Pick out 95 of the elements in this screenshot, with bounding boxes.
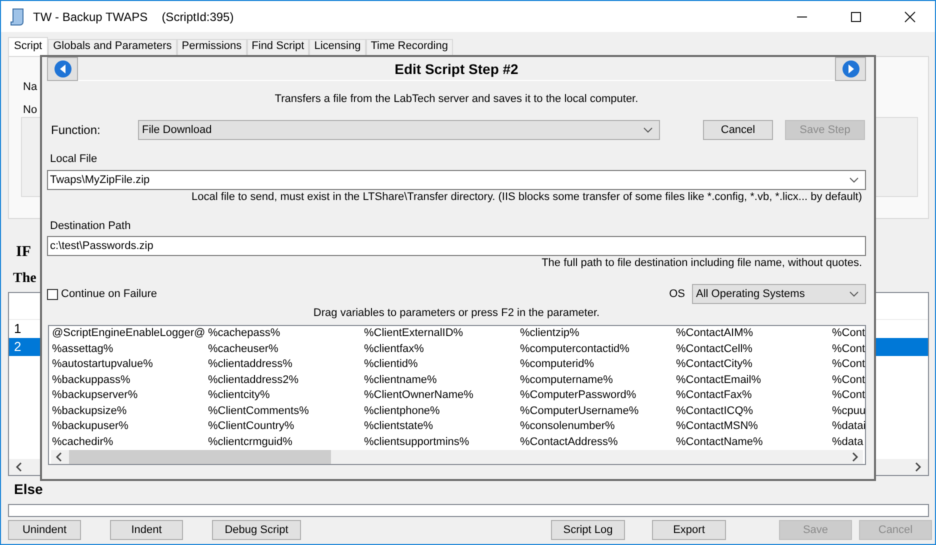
variable-item[interactable]: %cpuu — [832, 404, 865, 419]
variable-item[interactable]: %ComputerPassword% — [520, 388, 636, 404]
variable-item[interactable]: %computername% — [520, 372, 613, 388]
variable-item[interactable]: %backupserver% — [52, 388, 138, 404]
variable-item[interactable]: %backupuser% — [52, 419, 128, 434]
function-dropdown[interactable]: File Download — [138, 120, 660, 140]
variable-item[interactable]: %backupsize% — [52, 404, 127, 419]
toolbar-button[interactable]: Indent — [110, 520, 183, 540]
script-scroll-icon — [9, 8, 25, 26]
if-heading: IF — [16, 244, 31, 262]
back-button[interactable] — [47, 57, 78, 81]
variable-item[interactable]: %clientstate% — [364, 419, 434, 434]
variable-item[interactable]: %ClientExternalID% — [364, 326, 464, 342]
variable-item[interactable]: %ContactICQ% — [676, 404, 754, 419]
variable-item[interactable]: %clientname% — [364, 372, 437, 388]
function-label: Function: — [50, 123, 102, 137]
else-heading: Else — [14, 481, 43, 499]
variable-item[interactable]: %clientzip% — [520, 326, 580, 342]
toolbar-button[interactable]: Script Log — [551, 520, 625, 540]
toolbar-button[interactable]: Unindent — [8, 520, 81, 540]
scroll-left-icon[interactable] — [15, 462, 23, 472]
variable-item[interactable]: %backuppass% — [52, 372, 130, 388]
variable-item[interactable]: %ContactCity% — [676, 357, 752, 372]
variable-item[interactable]: %clientid% — [364, 357, 418, 372]
chevron-down-icon — [849, 291, 859, 297]
variable-item[interactable]: %computercontactid% — [520, 342, 630, 357]
variable-item[interactable]: %assettag% — [52, 342, 114, 357]
scroll-left-icon[interactable] — [55, 452, 63, 462]
variable-item[interactable]: %clientphone% — [364, 404, 440, 419]
variable-item[interactable]: %cacheuser% — [208, 342, 278, 357]
destination-path-field[interactable]: c:\test\Passwords.zip — [47, 236, 866, 256]
tab[interactable]: Find Script — [246, 39, 310, 56]
variable-item[interactable]: %Cont — [832, 357, 865, 372]
variable-item[interactable]: %clientaddress2% — [208, 372, 298, 388]
variable-item[interactable]: %clientcity% — [208, 388, 270, 404]
variable-item[interactable]: %autostartupvalue% — [52, 357, 153, 372]
tab[interactable]: Script — [8, 37, 48, 56]
variable-item[interactable]: @ScriptEngineEnableLogger@ — [52, 326, 206, 342]
dialog-title: Edit Script Step #2 — [78, 57, 835, 81]
help-text: The full path to file destination including file name, without quotes. — [540, 257, 863, 271]
script-id: (ScriptId:395) — [162, 10, 234, 24]
variable-item[interactable]: %ContactMSN% — [676, 419, 758, 434]
maximize-icon[interactable] — [850, 10, 862, 22]
variable-item[interactable]: %Cont — [832, 372, 865, 388]
step-description: Transfers a file from the LabTech server and saves it to the local computer. — [274, 93, 640, 107]
help-text: Local file to send, must exist in the LTShare\Transfer directory. (IIS blocks some transfer of some files like *.config, *.vb, *.licx... by default) — [190, 191, 863, 205]
variable-item[interactable]: %ContactName% — [676, 434, 763, 450]
toolbar-button[interactable]: Debug Script — [212, 520, 301, 540]
local-file-combo[interactable]: Twaps\MyZipFile.zip — [47, 170, 866, 190]
variable-item[interactable]: %ContactEmail% — [676, 372, 761, 388]
horizontal-scrollbar[interactable] — [51, 450, 863, 464]
scroll-thumb[interactable] — [69, 450, 331, 464]
continue-on-failure-checkbox[interactable]: Continue on Failure — [47, 288, 158, 300]
variable-item[interactable]: %Cont — [832, 326, 865, 342]
variable-item[interactable]: %datai — [832, 419, 865, 434]
variable-item[interactable]: %ClientOwnerName% — [364, 388, 474, 404]
close-icon[interactable] — [904, 10, 916, 22]
tab[interactable]: Licensing — [309, 39, 366, 56]
variable-item[interactable]: %ClientComments% — [208, 404, 309, 419]
variable-item[interactable]: %clientaddress% — [208, 357, 292, 372]
scroll-right-icon[interactable] — [914, 462, 922, 472]
chevron-down-icon — [643, 127, 653, 133]
variable-item[interactable]: %clientcrmguid% — [208, 434, 292, 450]
variable-item[interactable]: %cachedir% — [52, 434, 114, 450]
tab[interactable]: Permissions — [176, 39, 247, 56]
toolbar-button[interactable]: Export — [652, 520, 726, 540]
variable-item[interactable]: %data — [832, 434, 864, 450]
variable-item[interactable]: %ClientCountry% — [208, 419, 294, 434]
variable-item[interactable]: %clientsupportmins% — [364, 434, 470, 450]
variable-item[interactable]: %ContactAddress% — [520, 434, 618, 450]
scroll-right-icon[interactable] — [851, 452, 859, 462]
variable-item[interactable]: %ContactCell% — [676, 342, 752, 357]
variable-item[interactable]: %ContactAIM% — [676, 326, 754, 342]
variable-item[interactable]: %cachepass% — [208, 326, 280, 342]
os-dropdown[interactable]: All Operating Systems — [692, 284, 866, 304]
variable-item[interactable]: %Cont — [832, 342, 865, 357]
variable-item[interactable]: %computerid% — [520, 357, 594, 372]
forward-button[interactable] — [835, 57, 866, 81]
os-label: OS — [669, 288, 685, 300]
field-label: Local File — [49, 153, 98, 167]
variable-item[interactable]: %consolenumber% — [520, 419, 615, 434]
tab[interactable]: Time Recording — [366, 39, 453, 56]
cancel-button[interactable]: Cancel — [703, 120, 773, 140]
field-label: Destination Path — [49, 220, 132, 234]
variable-item[interactable]: %Cont — [832, 388, 865, 404]
window-title: TW - Backup TWAPS — [33, 10, 148, 24]
variable-item[interactable]: %ComputerUsername% — [520, 404, 639, 419]
then-heading: The — [13, 271, 36, 288]
chevron-down-icon — [849, 177, 859, 183]
field-label: Na — [23, 81, 38, 95]
tab[interactable]: Globals and Parameters — [48, 39, 177, 56]
field-label: No — [23, 104, 38, 118]
variable-item[interactable]: %clientfax% — [364, 342, 424, 357]
drag-hint: Drag variables to parameters or press F2 in the parameter. — [312, 307, 601, 321]
variable-item[interactable]: %ContactFax% — [676, 388, 752, 404]
